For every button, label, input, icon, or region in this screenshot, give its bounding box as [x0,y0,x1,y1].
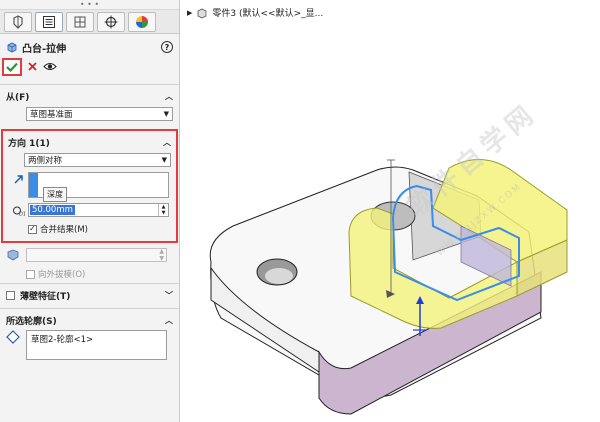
spinner-arrows[interactable]: ▲ ▼ [158,204,168,216]
dropdown-arrow-icon: ▼ [163,110,169,118]
draft-outward-label: 向外拔模(O) [38,270,86,280]
selected-contours-header[interactable]: 所选轮廓(S) ︿ [6,313,173,327]
direction-vector-row: 深度 [8,172,171,202]
direction-selection-box[interactable]: 深度 [28,172,169,202]
contour-list[interactable]: 草图2-轮廓<1> [26,330,167,360]
crosshair-icon [104,15,118,29]
grip-dots-icon: • • • [79,0,100,9]
end-condition-value: 两侧对称 [28,156,63,166]
draft-section: ▲ ▼ 向外拔模(O) [0,243,179,283]
svg-text:D1: D1 [19,212,25,217]
from-section: 从(F) ︿ 草图基准面 ▼ [0,84,179,127]
draft-outward-row: 向外拔模(O) [26,268,173,280]
direction1-label: 方向 1(1) [8,138,50,149]
chevron-up-icon: ︿ [165,315,173,325]
merge-result-row[interactable]: ✓ 合并结果(M) [28,223,171,235]
tab-configuration[interactable] [66,12,94,32]
merge-result-label: 合并结果(M) [40,225,88,235]
extrude-boss-icon [7,42,17,53]
ok-button[interactable] [2,58,22,76]
thin-feature-label: 薄壁特征(T) [20,291,71,302]
graphics-area[interactable]: ▶ 零件3 (默认<<默认>_显... 软件自学网 WWW.RJZXW.COM [181,0,600,422]
thin-feature-section: 薄壁特征(T) ﹀ [0,283,179,308]
model-view[interactable] [181,0,600,422]
color-wheel-icon [136,16,148,28]
feature-title: 凸台-拉伸 [22,43,67,55]
draft-outward-checkbox [26,269,35,279]
from-section-label: 从(F) [6,92,30,103]
from-section-header[interactable]: 从(F) ︿ [6,89,173,103]
depth-dimension-icon: D1 [12,206,25,217]
contour-diamond-icon [6,330,20,344]
thin-feature-header[interactable]: 薄壁特征(T) ﹀ [6,288,173,302]
draft-icon [7,249,19,261]
tab-feature-tree[interactable] [4,12,32,32]
from-select[interactable]: 草图基准面 ▼ [26,107,173,121]
property-list-icon [43,16,55,28]
draft-angle-input: ▲ ▼ [26,248,167,262]
depth-input[interactable]: 50.00mm ▲ ▼ [28,203,169,217]
tab-dimxpert[interactable] [97,12,125,32]
property-manager: • • • 凸台-拉伸 ? 从(F) ︿ 草图基准面 ▼ 方向 1(1) ︿ 两… [0,0,180,422]
tab-property-manager[interactable] [35,12,63,32]
eye-icon [43,62,57,70]
cancel-button[interactable] [28,60,37,74]
selected-contours-section: 所选轮廓(S) ︿ 草图2-轮廓<1> [0,308,179,366]
thin-feature-checkbox[interactable] [6,290,15,300]
feature-header: 凸台-拉伸 ? [0,38,179,56]
depth-value: 50.00mm [30,205,75,215]
chevron-up-icon: ︿ [163,137,171,147]
selection-indicator [29,173,38,197]
close-icon [28,62,37,71]
help-icon[interactable]: ? [161,41,173,53]
direction1-section: 方向 1(1) ︿ 两侧对称 ▼ 深度 D1 50.00mm ▲ ▼ ✓ 合并结… [1,129,178,243]
checkmark-icon [6,62,18,72]
configuration-icon [74,16,86,28]
chevron-up-icon: ︿ [165,91,173,101]
spin-down-icon[interactable]: ▼ [162,210,166,216]
selected-contours-label: 所选轮廓(S) [6,316,57,327]
base-hole-inner [265,268,293,284]
direction1-header[interactable]: 方向 1(1) ︿ [8,135,171,149]
list-item[interactable]: 草图2-轮廓<1> [31,333,162,345]
panel-grip[interactable]: • • • [0,0,179,10]
action-bar [0,56,179,78]
direction-arrow-icon [13,175,23,184]
feature-tree-icon [13,15,23,29]
depth-tooltip: 深度 [43,187,67,202]
chevron-down-icon: ﹀ [165,290,173,300]
preview-button[interactable] [43,61,57,74]
depth-row: D1 50.00mm ▲ ▼ [8,203,171,217]
merge-result-checkbox[interactable]: ✓ [28,224,37,234]
dropdown-arrow-icon: ▼ [161,156,167,164]
end-condition-select[interactable]: 两侧对称 ▼ [24,153,171,167]
panel-tabs [0,10,179,34]
from-select-value: 草图基准面 [30,110,73,120]
tab-display-manager[interactable] [128,12,156,32]
